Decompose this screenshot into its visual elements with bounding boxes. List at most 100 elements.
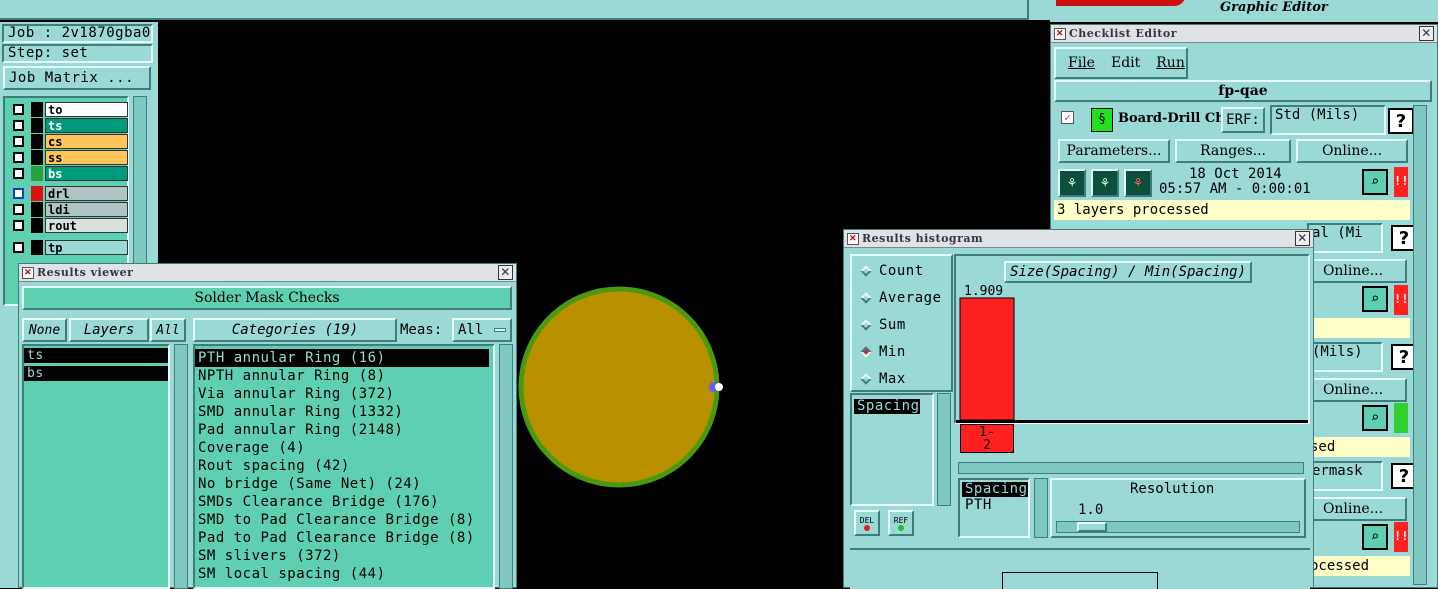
close-icon[interactable]: ✕ — [498, 265, 513, 280]
menu-edit[interactable]: Edit — [1111, 55, 1140, 71]
units-field-2[interactable]: al (Mi — [1307, 223, 1383, 253]
list-item[interactable]: SM local spacing (44) — [195, 565, 493, 583]
mode-count[interactable]: Count — [858, 260, 924, 282]
close-icon[interactable]: ✕ — [1419, 26, 1434, 41]
layer-checkbox[interactable] — [13, 104, 24, 115]
list-item[interactable]: Coverage (4) — [195, 439, 493, 457]
mode-min[interactable]: Min — [858, 341, 906, 363]
list-item[interactable]: SMD to Pad Clearance Bridge (8) — [195, 511, 493, 529]
layer-checkbox[interactable] — [13, 242, 24, 253]
resolution-slider[interactable] — [1056, 521, 1300, 533]
layer-name[interactable]: ldi — [45, 202, 128, 217]
slider-handle[interactable] — [1077, 522, 1107, 532]
zoom-icon[interactable]: ⌕ — [1362, 169, 1388, 195]
ref-button[interactable]: REF — [888, 510, 914, 536]
ranges-button[interactable]: Ranges... — [1175, 139, 1291, 163]
results-viewer-titlebar[interactable]: ✕ Results viewer ✕ — [19, 264, 516, 282]
none-button[interactable]: None — [22, 318, 67, 342]
list-item[interactable]: Pad annular Ring (2148) — [195, 421, 493, 439]
pcb-canvas[interactable] — [518, 285, 728, 490]
histogram-hscroll[interactable] — [958, 462, 1304, 474]
layers-scrollbar[interactable] — [174, 344, 188, 589]
layer-checkbox[interactable] — [13, 220, 24, 231]
zoom-icon-3[interactable]: ⌕ — [1362, 405, 1388, 431]
window-icon: ✕ — [1054, 28, 1066, 40]
list-item[interactable]: Via annular Ring (372) — [195, 385, 493, 403]
help-icon[interactable]: ? — [1388, 108, 1414, 134]
layer-color-swatch — [31, 218, 43, 233]
list-item[interactable]: bs — [24, 366, 168, 381]
list-item[interactable]: Spacing — [962, 482, 1028, 497]
units-field-3[interactable]: (Mils) — [1307, 342, 1383, 372]
job-matrix-button[interactable]: Job Matrix ... — [3, 66, 151, 90]
list-item[interactable]: PTH — [962, 497, 1026, 513]
list-item[interactable]: SMD annular Ring (1332) — [195, 403, 493, 421]
layer-name[interactable]: tp — [45, 240, 128, 255]
online-button-4[interactable]: Online... — [1299, 497, 1407, 521]
mode-sum[interactable]: Sum — [858, 314, 906, 336]
online-button-3[interactable]: Online... — [1299, 378, 1407, 402]
categories-list[interactable]: PTH annular Ring (16) NPTH annular Ring … — [193, 344, 495, 589]
run-stop-icon[interactable]: ⚘ — [1124, 169, 1152, 197]
layer-checkbox[interactable] — [13, 136, 24, 147]
zoom-icon-4[interactable]: ⌕ — [1362, 524, 1388, 550]
list-item[interactable]: SMDs Clearance Bridge (176) — [195, 493, 493, 511]
parameters-button[interactable]: Parameters... — [1058, 139, 1170, 163]
layer-name[interactable]: bs — [45, 166, 128, 181]
checklist-scrollbar[interactable] — [1413, 105, 1427, 585]
categories-scrollbar[interactable] — [499, 344, 513, 589]
layer-name[interactable]: cs — [45, 134, 128, 149]
detail-list[interactable]: Spacing PTH — [958, 478, 1030, 538]
run-check-icon[interactable]: ⚘ — [1058, 169, 1086, 197]
menu-run[interactable]: Run — [1156, 55, 1185, 71]
layer-name[interactable]: rout — [45, 218, 128, 233]
pad-circle[interactable] — [518, 286, 720, 488]
list-item[interactable]: ts — [24, 348, 168, 363]
layer-color-swatch — [31, 118, 43, 133]
category-label-box[interactable]: 1-2 — [960, 424, 1014, 453]
all-button[interactable]: All — [150, 318, 186, 342]
meas-label: Meas: — [400, 322, 443, 338]
histogram-plot[interactable]: 1.909 — [956, 282, 1308, 424]
list-item[interactable]: NPTH annular Ring (8) — [195, 367, 493, 385]
run-step-icon[interactable]: ⚘ — [1091, 169, 1119, 197]
list-item[interactable]: SM slivers (372) — [195, 547, 493, 565]
brand-logo — [1056, 0, 1186, 6]
online-button-2[interactable]: Online... — [1299, 259, 1407, 283]
detail-list-scrollbar[interactable] — [1034, 478, 1048, 538]
layer-checkbox[interactable] — [13, 168, 24, 179]
layer-checkbox[interactable] — [13, 120, 24, 131]
menu-file[interactable]: File — [1068, 55, 1095, 71]
histogram-list-scrollbar[interactable] — [937, 393, 951, 506]
top-toolbar — [0, 0, 1027, 20]
layer-name[interactable]: drl — [45, 186, 128, 201]
del-button[interactable]: DEL — [854, 510, 880, 536]
layer-checkbox[interactable] — [13, 152, 24, 163]
layers-list[interactable]: ts bs — [22, 344, 170, 589]
units-field[interactable]: Std (Mils) — [1270, 105, 1386, 135]
meas-dropdown[interactable]: All — [452, 318, 512, 342]
list-item[interactable]: Rout spacing (42) — [195, 457, 493, 475]
mode-average[interactable]: Average — [858, 287, 942, 309]
zoom-icon-2[interactable]: ⌕ — [1362, 286, 1388, 312]
list-item[interactable]: No bridge (Same Net) (24) — [195, 475, 493, 493]
online-button[interactable]: Online... — [1296, 139, 1408, 163]
checklist-titlebar[interactable]: ✕ Checklist Editor ✕ — [1051, 25, 1437, 43]
histogram-bar[interactable] — [959, 297, 1015, 421]
list-item[interactable]: PTH annular Ring (16) — [195, 349, 489, 367]
list-item[interactable]: Pad to Pad Clearance Bridge (8) — [195, 529, 493, 547]
layer-checkbox[interactable] — [13, 188, 24, 199]
window-title: Checklist Editor — [1069, 27, 1177, 40]
layer-name[interactable]: ss — [45, 150, 128, 165]
check-enable-checkbox[interactable]: ✓ — [1061, 111, 1074, 124]
histogram-list[interactable]: Spacing — [850, 393, 934, 506]
list-item[interactable]: Spacing — [854, 399, 920, 414]
erf-button[interactable]: ERF: — [1221, 107, 1265, 133]
layer-checkbox[interactable] — [13, 204, 24, 215]
layer-name[interactable]: to — [45, 102, 128, 117]
mode-max[interactable]: Max — [858, 368, 906, 390]
window-title: Results histogram — [862, 232, 984, 245]
histogram-titlebar[interactable]: ✕ Results histogram ✕ — [844, 230, 1313, 248]
layer-name[interactable]: ts — [45, 118, 128, 133]
close-icon[interactable]: ✕ — [1295, 231, 1310, 246]
